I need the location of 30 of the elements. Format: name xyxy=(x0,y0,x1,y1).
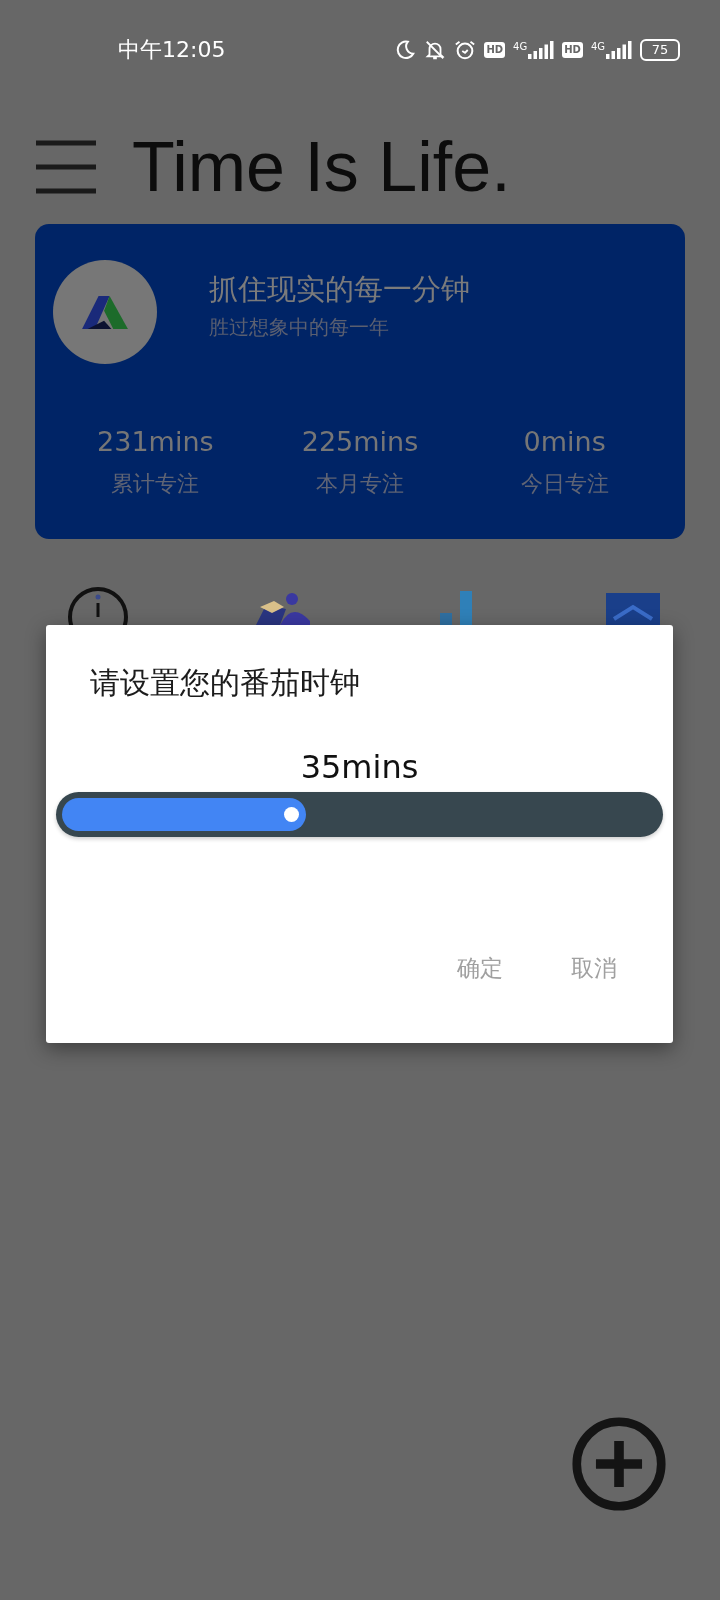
dialog-button[interactable]: 确定 xyxy=(453,949,507,988)
stat-value: 231mins xyxy=(97,426,214,457)
stat-label: 今日专注 xyxy=(520,470,609,498)
stat-value: 0mins xyxy=(523,426,606,457)
hd-badge: HD xyxy=(484,42,506,58)
card-headline: 抓住现实的每一分钟 xyxy=(209,271,470,308)
hd-badge: HD xyxy=(562,42,583,58)
network-type: 4G xyxy=(590,41,605,52)
signal-icon xyxy=(528,41,555,59)
slider-track[interactable] xyxy=(56,792,663,837)
app-title: Time Is Life. xyxy=(132,127,511,207)
network-type: 4G xyxy=(513,41,528,52)
status-time: 中午12:05 xyxy=(118,36,226,64)
stat-label: 本月专注 xyxy=(316,470,404,498)
alarm-clock-icon xyxy=(454,39,477,61)
add-icon xyxy=(571,1416,667,1512)
logo-icon xyxy=(82,295,128,329)
stat-value: 225mins xyxy=(301,426,419,457)
info-icon xyxy=(66,585,130,625)
stat-label: 累计专注 xyxy=(111,470,200,498)
slider-reading: 35mins xyxy=(299,748,420,786)
dialog-title: 请设置您的番茄时钟 xyxy=(89,664,361,702)
battery-level: 75 xyxy=(651,43,669,57)
moon-icon xyxy=(394,39,417,61)
card-subline: 胜过想象中的每一年 xyxy=(209,314,390,341)
menu-icon xyxy=(34,139,98,195)
dialog-button[interactable]: 取消 xyxy=(567,949,621,988)
signal-icon xyxy=(606,41,632,59)
bell-muted-icon xyxy=(424,39,447,61)
slider-fill[interactable] xyxy=(62,798,306,831)
